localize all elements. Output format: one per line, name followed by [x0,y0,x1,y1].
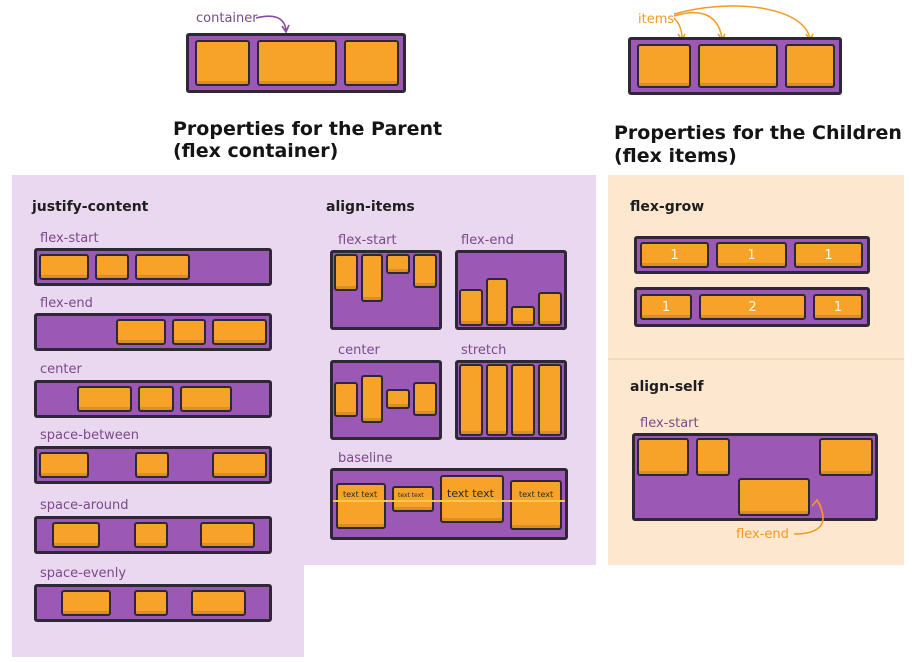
justify-space-between-label: space-between [40,428,140,443]
header-flex-item [785,44,835,88]
baseline-text: text text [343,490,378,499]
align-flex-start-label: flex-start [338,233,397,248]
flex-item-grow-1: 1 [813,294,863,320]
header-flex-item [637,44,691,88]
flex-item [486,364,508,436]
flex-item [180,386,232,412]
flex-item [134,590,168,616]
flex-item [486,278,508,326]
align-self-start-label: flex-start [640,416,699,431]
flex-item [637,438,689,476]
flex-item [61,590,111,616]
justify-space-evenly-label: space-evenly [40,566,127,581]
flex-item [413,254,437,288]
baseline-text: text text [519,490,554,499]
header-container-item [344,40,399,86]
flex-item-grow-1: 1 [640,242,709,268]
flex-item [819,438,873,476]
flex-item-grow-1: 1 [794,242,863,268]
flex-item [39,254,89,280]
flex-item [135,254,190,280]
flex-item [212,452,267,478]
align-baseline-label: baseline [338,451,393,466]
flex-item [538,292,562,326]
flex-item [172,319,206,345]
justify-content-heading: justify-content [32,199,149,215]
flex-item [511,306,535,326]
header-flex-item [698,44,778,88]
flex-item [413,382,437,416]
flex-item [334,254,358,291]
flex-item-grow-1: 1 [640,294,692,320]
align-self-heading: align-self [630,379,704,395]
flex-item [511,364,535,436]
justify-space-around-label: space-around [40,498,129,513]
flex-item [52,522,100,548]
flex-item [212,319,267,345]
flex-item [95,254,129,280]
children-panel-divider [608,358,904,360]
flex-item [116,319,166,345]
flex-item [392,486,434,512]
flex-item [39,452,89,478]
align-stretch-label: stretch [461,343,507,358]
children-title-line1: Properties for the Children [614,122,902,144]
baseline-text: text text [398,492,424,499]
flex-item [459,289,483,326]
flex-item [135,452,169,478]
flex-item [386,389,410,409]
flex-item [361,375,383,423]
align-flex-end-label: flex-end [461,233,514,248]
justify-center-label: center [40,362,82,377]
flex-item [200,522,255,548]
align-items-heading: align-items [326,199,415,215]
container-label: container [196,11,258,26]
flex-item-grow-1: 1 [716,242,787,268]
flex-item [386,254,410,274]
align-center-label: center [338,343,380,358]
flex-item [138,386,174,412]
flex-item [77,386,132,412]
flex-item [510,480,562,530]
flex-item [334,382,358,417]
align-self-end-label: flex-end [736,527,789,542]
flex-end-arrow-icon [793,498,824,535]
items-label: items [638,12,675,27]
baseline-line [333,500,565,502]
children-title-line2: (flex items) [614,145,737,167]
flex-item [191,590,246,616]
justify-flex-start-label: flex-start [40,231,99,246]
baseline-text: text text [447,487,494,500]
justify-flex-end-label: flex-end [40,296,93,311]
flex-grow-heading: flex-grow [630,199,705,215]
flex-item [696,438,730,476]
flex-item [361,254,383,302]
flex-item [538,364,562,436]
parent-title-line2: (flex container) [173,140,339,162]
flex-item [459,364,483,436]
parent-title-line1: Properties for the Parent [173,118,443,140]
flex-item [134,522,168,548]
header-container-item [257,40,337,86]
header-container-item [195,40,250,86]
flex-item-grow-2: 2 [699,294,806,320]
